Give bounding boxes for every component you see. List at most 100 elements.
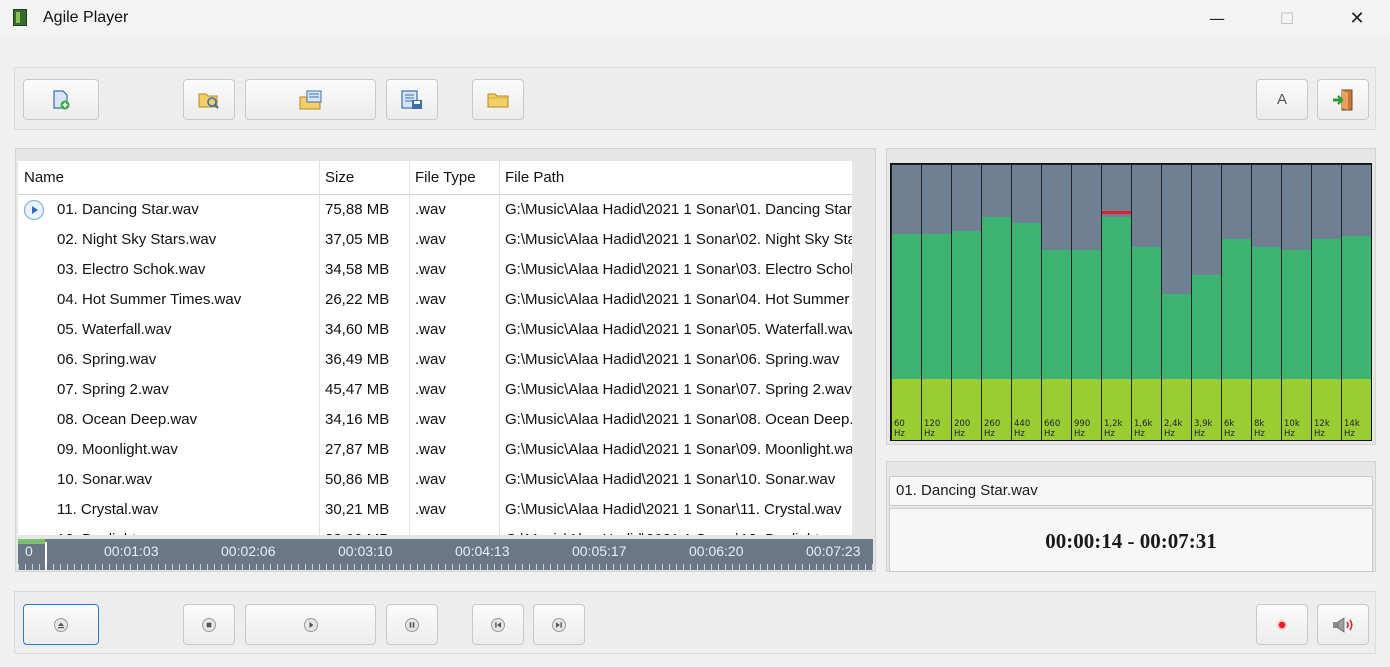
close-button[interactable]: ✕ xyxy=(1334,0,1380,36)
table-row[interactable]: 06. Spring.wav 36,49 MB .wav G:\Music\Alaa … xyxy=(18,345,852,375)
font-button[interactable]: A xyxy=(1256,79,1308,120)
column-header-file-type[interactable]: File Type xyxy=(409,161,499,195)
stop-button[interactable] xyxy=(183,604,235,645)
timeline-tick-label: 00:03:10 xyxy=(338,543,393,559)
table-row[interactable]: 04. Hot Summer Times.wav 26,22 MB .wav G:\M… xyxy=(18,285,852,315)
eq-band-unit: Hz xyxy=(1014,429,1025,439)
track-size-cell: 36,49 MB xyxy=(325,351,390,368)
track-name-cell: 04. Hot Summer Times.wav xyxy=(57,291,242,308)
maximize-icon: ☐ xyxy=(1279,8,1295,28)
new-playlist-button[interactable] xyxy=(23,79,99,120)
volume-button[interactable] xyxy=(1317,604,1369,645)
timeline-tick-label: 00:07:23 xyxy=(806,543,861,559)
eq-band-unit: Hz xyxy=(1104,429,1115,439)
eq-band-frequency: 3,9k xyxy=(1194,419,1213,429)
track-path-cell: G:\Music\Alaa Hadid\2021 1 Sonar\12. Day… xyxy=(505,525,852,535)
track-name-cell: 02. Night Sky Stars.wav xyxy=(57,231,217,248)
column-header-name[interactable]: Name xyxy=(18,161,319,195)
record-button[interactable] xyxy=(1256,604,1308,645)
track-type-cell: .wav xyxy=(415,291,446,308)
next-track-button[interactable] xyxy=(533,604,585,645)
timeline-tick-label: 00:04:13 xyxy=(455,543,510,559)
eq-band-unit: Hz xyxy=(1164,429,1175,439)
maximize-button[interactable]: ☐ xyxy=(1264,0,1310,36)
minimize-button[interactable]: — xyxy=(1194,0,1240,36)
eq-band-frequency: 990 xyxy=(1074,419,1091,429)
previous-track-button[interactable] xyxy=(472,604,524,645)
track-size-cell: 34,58 MB xyxy=(325,261,390,278)
track-size-cell: 75,88 MB xyxy=(325,201,390,218)
table-row[interactable]: 12. Daylight.wav 33,09 MB .wav G:\Music\Ala… xyxy=(18,525,852,535)
eq-band-frequency: 10k xyxy=(1284,419,1300,429)
pause-button[interactable] xyxy=(386,604,438,645)
open-folder-button[interactable] xyxy=(472,79,524,120)
eq-band-label: 1,2k Hz xyxy=(1104,419,1122,439)
table-row[interactable]: 01. Dancing Star.wav 75,88 MB .wav G:\Music… xyxy=(18,195,852,225)
eq-band-frequency: 60 xyxy=(894,419,905,429)
next-track-icon xyxy=(552,617,566,632)
eject-button[interactable] xyxy=(23,604,99,645)
eq-band-frequency: 12k xyxy=(1314,419,1330,429)
eject-icon xyxy=(54,617,68,632)
top-toolbar: A xyxy=(14,67,1376,130)
track-path-cell: G:\Music\Alaa Hadid\2021 1 Sonar\02. Nig… xyxy=(505,231,852,248)
eq-band-label: 660 Hz xyxy=(1044,419,1060,439)
eq-band-label: 60 Hz xyxy=(894,419,905,439)
table-row[interactable]: 05. Waterfall.wav 34,60 MB .wav G:\Music\Al… xyxy=(18,315,852,345)
eq-band-frequency: 120 xyxy=(924,419,941,429)
timeline-tick-label: 00:06:20 xyxy=(689,543,744,559)
track-path-cell: G:\Music\Alaa Hadid\2021 1 Sonar\01. Dan… xyxy=(505,201,852,218)
track-name-cell: 03. Electro Schok.wav xyxy=(57,261,206,278)
eq-band-bar: 6k Hz xyxy=(1222,165,1251,440)
minimize-icon: — xyxy=(1209,8,1225,28)
track-name-cell: 08. Ocean Deep.wav xyxy=(57,411,198,428)
table-row[interactable]: 07. Spring 2.wav 45,47 MB .wav G:\Music\Ala… xyxy=(18,375,852,405)
track-type-cell: .wav xyxy=(415,231,446,248)
track-size-cell: 33,09 MB xyxy=(325,525,409,535)
title-bar: Agile Player — ☐ ✕ xyxy=(0,0,1390,38)
eq-band-unit: Hz xyxy=(1074,429,1085,439)
track-path-cell: G:\Music\Alaa Hadid\2021 1 Sonar\11. Cry… xyxy=(505,501,842,518)
table-row[interactable]: 08. Ocean Deep.wav 34,16 MB .wav G:\Music\A… xyxy=(18,405,852,435)
window-title: Agile Player xyxy=(43,9,129,26)
track-size-cell: 45,47 MB xyxy=(325,381,390,398)
track-path-cell: G:\Music\Alaa Hadid\2021 1 Sonar\05. Wat… xyxy=(505,321,852,338)
eq-band-frequency: 660 xyxy=(1044,419,1061,429)
eq-band-unit: Hz xyxy=(1044,429,1055,439)
track-type-cell: .wav xyxy=(415,411,446,428)
track-type-cell: .wav xyxy=(415,201,446,218)
playlist-panel: Name Size File Type File Path 01. Dancin… xyxy=(15,148,876,572)
spectrum-panel: 60 Hz 120 Hz 200 Hz 260 Hz 440 Hz 660 Hz 990 Hz 1,2k Hz… xyxy=(886,148,1376,445)
eq-band-bar: 120 Hz xyxy=(922,165,951,440)
column-header-size[interactable]: Size xyxy=(319,161,409,195)
play-icon xyxy=(303,617,318,632)
eq-band-label: 12k Hz xyxy=(1314,419,1330,439)
track-path-cell: G:\Music\Alaa Hadid\2021 1 Sonar\08. Oce… xyxy=(505,411,852,428)
track-path-cell: G:\Music\Alaa Hadid\2021 1 Sonar\10. Son… xyxy=(505,471,836,488)
eq-band-unit: Hz xyxy=(1224,429,1235,439)
exit-button[interactable] xyxy=(1317,79,1369,120)
open-file-button[interactable] xyxy=(183,79,235,120)
track-path-cell: G:\Music\Alaa Hadid\2021 1 Sonar\04. Hot… xyxy=(505,291,852,308)
eq-band-unit: Hz xyxy=(1254,429,1265,439)
table-row[interactable]: 11. Crystal.wav 30,21 MB .wav G:\Music\Alaa… xyxy=(18,495,852,525)
playlist-table[interactable]: Name Size File Type File Path 01. Dancin… xyxy=(18,161,852,535)
eq-band-bar: 440 Hz xyxy=(1012,165,1041,440)
save-playlist-button[interactable] xyxy=(386,79,438,120)
track-type-cell: .wav xyxy=(415,501,446,518)
table-row[interactable]: 09. Moonlight.wav 27,87 MB .wav G:\Music\Al… xyxy=(18,435,852,465)
table-row[interactable]: 02. Night Sky Stars.wav 37,05 MB .wav G:\Mu… xyxy=(18,225,852,255)
record-icon xyxy=(1277,619,1287,630)
play-button[interactable] xyxy=(245,604,376,645)
column-header-file-path[interactable]: File Path xyxy=(499,161,852,195)
save-playlist-icon xyxy=(401,89,422,109)
table-row[interactable]: 03. Electro Schok.wav 34,58 MB .wav G:\Musi… xyxy=(18,255,852,285)
table-row[interactable]: 10. Sonar.wav 50,86 MB .wav G:\Music\Alaa H… xyxy=(18,465,852,495)
track-size-cell: 26,22 MB xyxy=(325,291,390,308)
eq-band-label: 440 Hz xyxy=(1014,419,1030,439)
seek-timeline[interactable]: 0 00:01:03 00:02:06 00:03:10 00:04:13 00:05:… xyxy=(18,539,873,570)
load-playlist-button[interactable] xyxy=(245,79,376,120)
eq-band-label: 260 Hz xyxy=(984,419,1000,439)
track-type-cell: .wav xyxy=(415,441,446,458)
open-file-icon xyxy=(198,93,219,109)
